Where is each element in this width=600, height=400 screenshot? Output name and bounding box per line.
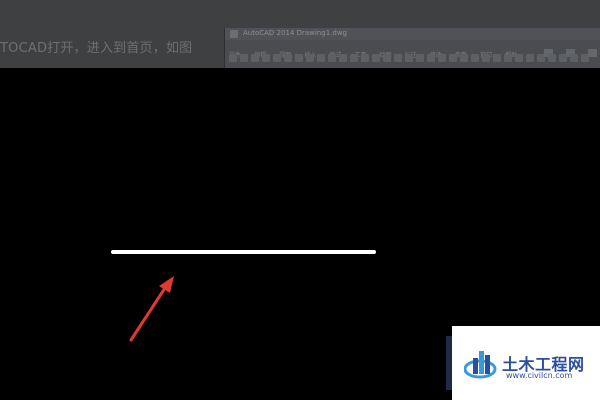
toolbar-icon[interactable] (471, 54, 479, 62)
toolbar-icon[interactable] (526, 54, 534, 62)
drawn-line-segment[interactable] (111, 250, 376, 254)
toolbar-icon[interactable] (416, 54, 424, 62)
toolbar-icon[interactable] (328, 54, 336, 62)
toolbar-icon[interactable] (537, 54, 545, 62)
cad-toolbar (229, 52, 599, 64)
toolbar-icon[interactable] (273, 54, 281, 62)
toolbar-icon[interactable] (284, 54, 292, 62)
toolbar-icon[interactable] (361, 54, 369, 62)
toolbar-icon[interactable] (372, 54, 380, 62)
toolbar-icon[interactable] (262, 54, 270, 62)
toolbar-icon[interactable] (460, 54, 468, 62)
toolbar-icon[interactable] (504, 54, 512, 62)
cad-window-title: AutoCAD 2014 Drawing1.dwg (243, 29, 347, 37)
toolbar-icon[interactable] (339, 54, 347, 62)
toolbar-icon[interactable] (383, 54, 391, 62)
cad-window-thumbnail: AutoCAD 2014 Drawing1.dwg 文件 编辑 视图 插入 格式… (224, 28, 600, 68)
toolbar-icon[interactable] (427, 54, 435, 62)
building-logo-icon (464, 351, 497, 379)
toolbar-icon[interactable] (350, 54, 358, 62)
autocad-logo-icon (230, 30, 238, 38)
toolbar-icon[interactable] (559, 54, 567, 62)
toolbar-icon[interactable] (295, 54, 303, 62)
caption-fragment: TOCAD打开，进入到首页，如图 (0, 41, 193, 56)
toolbar-icon[interactable] (548, 54, 556, 62)
toolbar-icon[interactable] (405, 54, 413, 62)
toolbar-icon[interactable] (306, 54, 314, 62)
toolbar-icon[interactable] (394, 54, 402, 62)
toolbar-icon[interactable] (240, 54, 248, 62)
toolbar-icon[interactable] (449, 54, 457, 62)
toolbar-icon[interactable] (482, 54, 490, 62)
toolbar-icon[interactable] (493, 54, 501, 62)
toolbar-icon[interactable] (438, 54, 446, 62)
toolbar-icon[interactable] (317, 54, 325, 62)
toolbar-icon[interactable] (515, 54, 523, 62)
toolbar-icon[interactable] (251, 54, 259, 62)
cad-titlebar: AutoCAD 2014 Drawing1.dwg (225, 28, 600, 40)
toolbar-icon[interactable] (229, 54, 237, 62)
top-strip: TOCAD打开，进入到首页，如图 AutoCAD 2014 Drawing1.d… (0, 0, 600, 68)
toolbar-icon[interactable] (570, 54, 578, 62)
watermark-url: www.civilcn.com (506, 371, 573, 380)
toolbar-icon[interactable] (581, 54, 589, 62)
